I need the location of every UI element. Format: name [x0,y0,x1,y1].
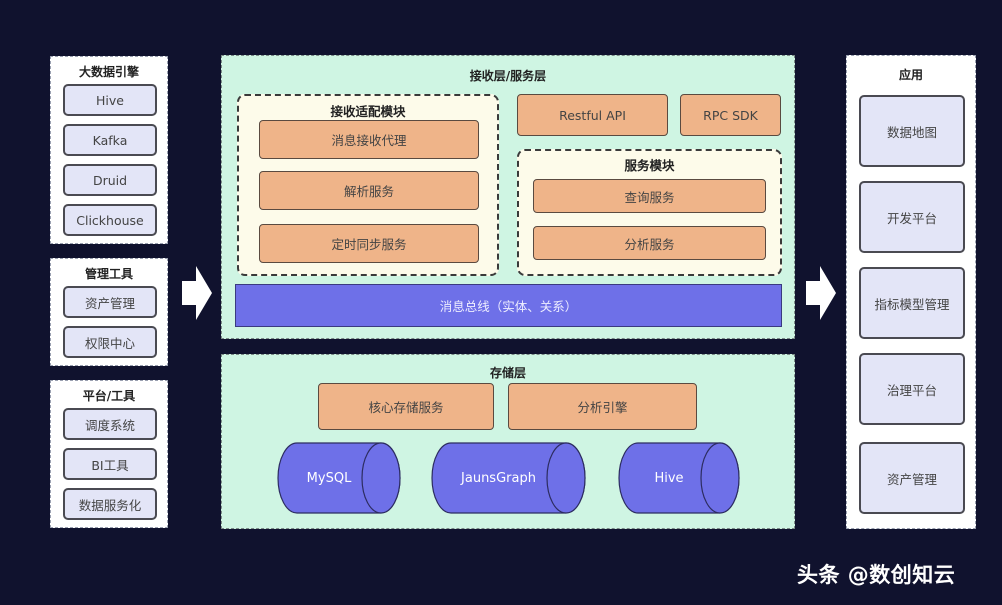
db-label: Hive [654,470,684,486]
layer-title: 存储层 [489,366,526,380]
tool-druid: Druid [63,164,157,196]
group-title: 大数据引擎 [78,65,139,79]
receive-adapter-module: 接收适配模块 消息接收代理 解析服务 定时同步服务 [237,94,499,276]
right-arrow-icon [182,266,212,320]
app-dev-platform: 开发平台 [859,181,965,253]
db-mysql: MySQL [277,442,401,514]
tool-kafka: Kafka [63,124,157,156]
group-title: 平台/工具 [82,389,136,403]
group-title: 管理工具 [84,267,133,281]
module-title: 服务模块 [624,158,675,173]
core-storage-service: 核心存储服务 [318,383,494,430]
app-governance-platform: 治理平台 [859,353,965,425]
tool-asset-management: 资产管理 [63,286,157,318]
app-asset-management: 资产管理 [859,442,965,514]
db-hive: Hive [618,442,740,514]
app-metric-model-management: 指标模型管理 [859,267,965,339]
message-bus: 消息总线（实体、关系） [235,284,782,327]
panel-title: 应用 [898,68,923,82]
tool-scheduler: 调度系统 [63,408,157,440]
tool-bi: BI工具 [63,448,157,480]
platform-tools-group: 平台/工具 调度系统 BI工具 数据服务化 [50,380,168,528]
rpc-sdk: RPC SDK [680,94,781,136]
service-module: 服务模块 查询服务 分析服务 [517,149,782,276]
watermark: 头条 @数创知云 [797,563,956,587]
query-service: 查询服务 [533,179,766,213]
right-arrow-icon [806,266,836,320]
big-data-engine-group: 大数据引擎 Hive Kafka Druid Clickhouse [50,56,168,244]
management-tools-group: 管理工具 资产管理 权限中心 [50,258,168,366]
tool-hive: Hive [63,84,157,116]
db-label: MySQL [306,470,352,486]
tool-data-service: 数据服务化 [63,488,157,520]
restful-api: Restful API [517,94,668,136]
message-receive-proxy: 消息接收代理 [259,120,479,159]
db-label: JaunsGraph [461,470,536,486]
parse-service: 解析服务 [259,171,479,210]
layer-title: 接收层/服务层 [469,69,547,83]
storage-layer: 存储层 核心存储服务 分析引擎 MySQL JaunsGraph Hive [221,354,795,529]
tool-permission-center: 权限中心 [63,326,157,358]
analysis-engine: 分析引擎 [508,383,697,430]
app-data-map: 数据地图 [859,95,965,167]
scheduled-sync-service: 定时同步服务 [259,224,479,263]
tool-clickhouse: Clickhouse [63,204,157,236]
db-jaunsgraph: JaunsGraph [431,442,586,514]
applications-panel: 应用 数据地图 开发平台 指标模型管理 治理平台 资产管理 [846,55,976,529]
analysis-service: 分析服务 [533,226,766,260]
module-title: 接收适配模块 [330,104,406,119]
receive-service-layer: 接收层/服务层 接收适配模块 消息接收代理 解析服务 定时同步服务 Restfu… [221,55,795,339]
